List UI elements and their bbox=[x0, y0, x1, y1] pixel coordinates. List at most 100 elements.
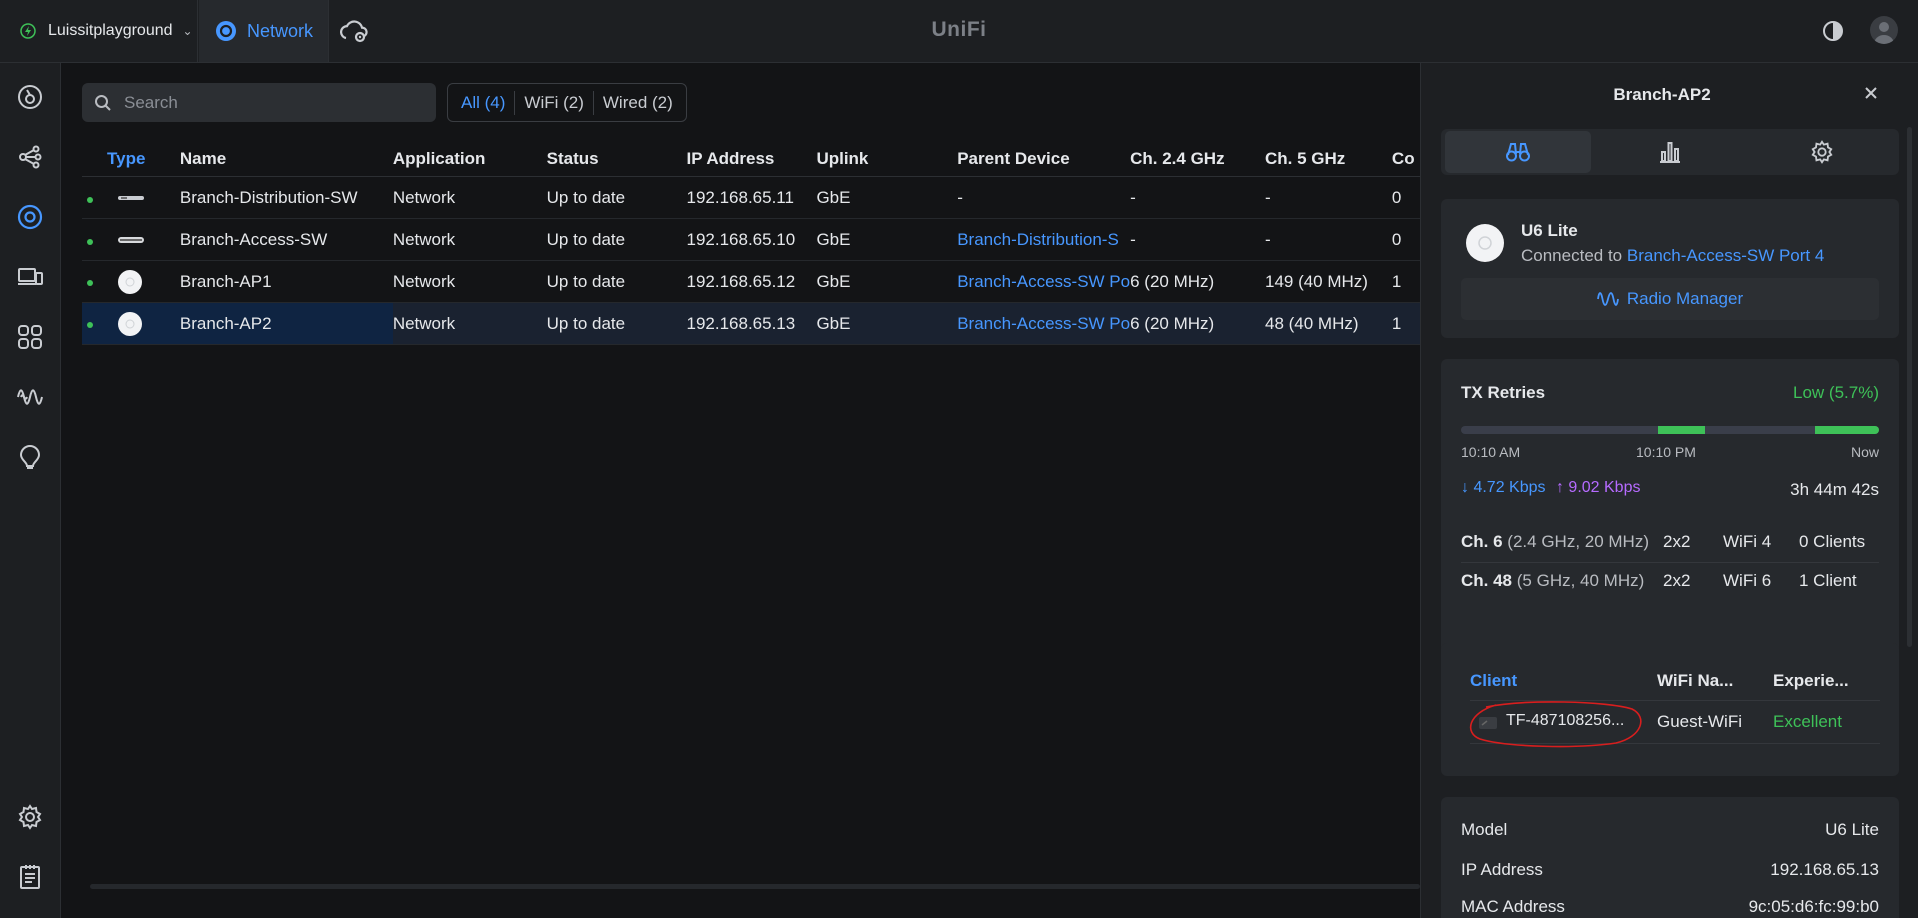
name-cell[interactable]: Branch-Distribution-SW bbox=[179, 176, 393, 219]
name-cell[interactable]: Branch-AP1 bbox=[179, 260, 393, 303]
clients-cell: 0 bbox=[1391, 176, 1422, 219]
search-icon bbox=[95, 94, 111, 111]
download-rate: 4.72 Kbps bbox=[1473, 479, 1546, 496]
table-row[interactable]: Branch-Access-SW Network Up to date 192.… bbox=[82, 218, 1422, 261]
divider bbox=[1461, 562, 1879, 563]
device-summary-card: U6 Lite Connected to Branch-Access-SW Po… bbox=[1441, 199, 1899, 338]
filter-all[interactable]: All (4) bbox=[452, 91, 514, 115]
ideas-bulb-icon[interactable] bbox=[15, 442, 45, 472]
search-input[interactable] bbox=[122, 91, 426, 114]
system-log-icon[interactable] bbox=[15, 862, 45, 892]
ch5-cell: 48 (40 MHz) bbox=[1264, 302, 1392, 345]
tx-retries-value: Low (5.7%) bbox=[1793, 383, 1879, 402]
topology-icon[interactable] bbox=[15, 142, 45, 172]
column-header-type[interactable]: Type bbox=[82, 142, 180, 177]
column-header-ip[interactable]: IP Address bbox=[686, 142, 817, 177]
parent-device-link[interactable]: Branch-Access-SW Po bbox=[957, 260, 1131, 303]
tab-network-label: Network bbox=[247, 20, 314, 41]
ch5-cell: 149 (40 MHz) bbox=[1264, 260, 1392, 303]
tab-network[interactable]: Network bbox=[199, 0, 329, 62]
radio-client-count: 1 Client bbox=[1799, 571, 1857, 590]
client-wifi-name: Guest-WiFi bbox=[1657, 712, 1742, 731]
binoculars-icon bbox=[1506, 143, 1530, 162]
tab-overview[interactable] bbox=[1445, 131, 1591, 173]
tx-retries-card: TX Retries Low (5.7%) 10:10 AM 10:10 PM … bbox=[1441, 359, 1899, 667]
avatar[interactable] bbox=[1870, 16, 1898, 44]
table-row-selected[interactable]: Branch-AP2 Network Up to date 192.168.65… bbox=[82, 302, 1422, 345]
ch24-cell: - bbox=[1130, 176, 1265, 219]
close-icon[interactable] bbox=[1863, 85, 1879, 106]
chevron-down-icon: ⌄ bbox=[182, 24, 193, 38]
ch5-cell: - bbox=[1264, 176, 1392, 219]
cloud-settings-icon[interactable] bbox=[340, 16, 372, 46]
column-header-clients[interactable]: Co bbox=[1391, 142, 1422, 177]
tab-settings[interactable] bbox=[1749, 131, 1895, 173]
online-status-dot bbox=[87, 321, 93, 328]
device-detail-panel: Branch-AP2 U6 Lite Connected to Branch-A… bbox=[1420, 63, 1918, 918]
connected-to-label: Connected to bbox=[1521, 246, 1623, 265]
site-name: Luissitplayground bbox=[48, 22, 173, 39]
devices-icon[interactable] bbox=[15, 202, 45, 232]
upload-arrow-icon: ↑ bbox=[1555, 479, 1564, 496]
network-app-icon bbox=[216, 21, 236, 41]
table-header: Type Name Application Status IP Address … bbox=[82, 142, 1422, 177]
theme-toggle-icon[interactable] bbox=[1822, 20, 1844, 47]
tab-statistics[interactable] bbox=[1597, 131, 1743, 173]
column-header-application[interactable]: Application bbox=[392, 142, 547, 177]
name-cell[interactable]: Branch-AP2 bbox=[179, 302, 393, 345]
search-box[interactable] bbox=[82, 83, 436, 122]
tx-retries-timeline bbox=[1461, 426, 1879, 434]
column-header-experience[interactable]: Experie... bbox=[1773, 671, 1849, 691]
table-row[interactable]: Branch-Distribution-SW Network Up to dat… bbox=[82, 176, 1422, 219]
radio-channel: Ch. 48 bbox=[1461, 571, 1513, 590]
clients-cell: 1 bbox=[1391, 302, 1422, 345]
filter-wifi[interactable]: WiFi (2) bbox=[515, 91, 592, 115]
ip-cell: 192.168.65.10 bbox=[686, 218, 817, 261]
switch-device-icon bbox=[118, 196, 144, 201]
application-cell: Network bbox=[392, 176, 547, 219]
column-header-parent[interactable]: Parent Device bbox=[957, 142, 1131, 177]
status-cell: Up to date bbox=[546, 302, 687, 345]
lightning-icon bbox=[20, 23, 36, 39]
column-header-status[interactable]: Status bbox=[546, 142, 687, 177]
radio-manager-button[interactable]: Radio Manager bbox=[1461, 278, 1879, 320]
radio-wave-icon bbox=[1596, 292, 1619, 306]
ch24-cell: 6 (20 MHz) bbox=[1130, 302, 1265, 345]
client-devices-icon[interactable] bbox=[15, 262, 45, 292]
settings-gear-icon[interactable] bbox=[15, 802, 45, 832]
column-header-name[interactable]: Name bbox=[179, 142, 393, 177]
insights-icon[interactable] bbox=[15, 322, 45, 352]
detail-label: Model bbox=[1461, 820, 1508, 839]
column-header-ch24[interactable]: Ch. 2.4 GHz bbox=[1130, 142, 1265, 177]
type-cell bbox=[82, 218, 180, 261]
column-header-client[interactable]: Client bbox=[1470, 671, 1517, 691]
radio-manager-label: Radio Manager bbox=[1626, 289, 1744, 308]
table-row[interactable]: Branch-AP1 Network Up to date 192.168.65… bbox=[82, 260, 1422, 303]
online-status-dot bbox=[87, 279, 93, 286]
horizontal-scrollbar[interactable] bbox=[90, 884, 1420, 889]
name-cell[interactable]: Branch-Access-SW bbox=[179, 218, 393, 261]
throughput-line: ↓ 4.72 Kbps ↑ 9.02 Kbps bbox=[1461, 479, 1640, 497]
parent-device-link[interactable]: Branch-Access-SW Po bbox=[957, 302, 1131, 345]
type-cell bbox=[82, 176, 180, 219]
ip-cell: 192.168.65.12 bbox=[686, 260, 817, 303]
gear-icon bbox=[1811, 140, 1833, 164]
uplink-port-link[interactable]: Branch-Access-SW Port 4 bbox=[1627, 246, 1824, 265]
column-header-wifi-name[interactable]: WiFi Na... bbox=[1657, 671, 1733, 691]
column-header-ch5[interactable]: Ch. 5 GHz bbox=[1264, 142, 1392, 177]
site-selector[interactable]: Luissitplayground ⌄ bbox=[0, 0, 198, 62]
clients-cell: 0 bbox=[1391, 218, 1422, 261]
radio-wifi-standard: WiFi 4 bbox=[1723, 532, 1772, 551]
uplink-cell: GbE bbox=[816, 302, 958, 345]
filter-wired[interactable]: Wired (2) bbox=[594, 91, 682, 115]
radio-channel: Ch. 6 bbox=[1461, 532, 1503, 551]
dashboard-icon[interactable] bbox=[15, 82, 45, 112]
column-header-uplink[interactable]: Uplink bbox=[816, 142, 958, 177]
panel-tabs bbox=[1441, 129, 1899, 175]
vertical-scrollbar[interactable] bbox=[1907, 127, 1912, 647]
status-cell: Up to date bbox=[546, 260, 687, 303]
connection-line: Connected to Branch-Access-SW Port 4 bbox=[1521, 246, 1824, 266]
radio-manager-icon[interactable] bbox=[15, 382, 45, 412]
type-cell bbox=[82, 260, 180, 303]
parent-device-link[interactable]: Branch-Distribution-S bbox=[957, 218, 1131, 261]
